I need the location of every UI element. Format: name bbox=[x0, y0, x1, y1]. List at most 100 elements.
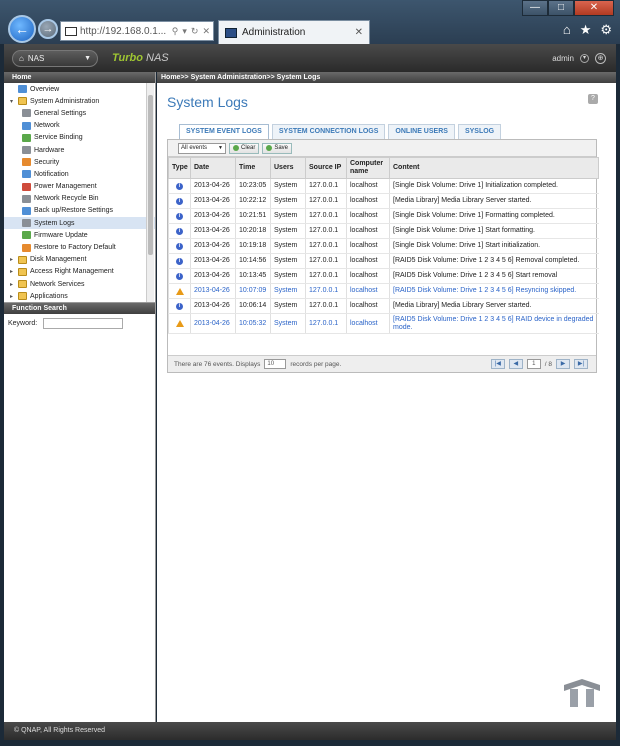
cell-ip: 127.0.0.1 bbox=[305, 253, 347, 269]
sidebar-item[interactable]: ▸ Access Right Management bbox=[4, 266, 155, 278]
maximize-button[interactable]: □ bbox=[548, 0, 574, 16]
table-row[interactable]: i 2013-04-26 10:23:05 System 127.0.0.1 localh… bbox=[168, 178, 599, 194]
function-search-header: Function Search bbox=[4, 303, 155, 314]
prev-page-button[interactable]: ◀ bbox=[508, 359, 523, 369]
col-type[interactable]: Type bbox=[168, 157, 191, 179]
cell-content: [RAID5 Disk Volume: Drive 1 2 3 4 5 6] R… bbox=[389, 313, 599, 334]
nas-dropdown[interactable]: ⌂ NAS ▼ bbox=[12, 49, 98, 67]
globe-icon[interactable]: ⊕ bbox=[595, 52, 606, 64]
table-row[interactable]: i 2013-04-26 10:20:18 System 127.0.0.1 localh… bbox=[168, 223, 599, 239]
star-icon[interactable]: ★ bbox=[580, 22, 592, 38]
col-users[interactable]: Users bbox=[270, 157, 306, 179]
settings-icon bbox=[22, 146, 31, 155]
clear-button[interactable]: Clear bbox=[229, 142, 260, 154]
page-input[interactable]: 1 bbox=[526, 359, 541, 369]
tab-close-icon[interactable]: ✕ bbox=[355, 27, 363, 38]
tree-toggle-icon[interactable]: ▸ bbox=[8, 256, 15, 263]
browser-tab[interactable]: Administration ✕ bbox=[218, 20, 370, 44]
sidebar-item[interactable]: ▾ System Administration bbox=[4, 95, 155, 107]
cell-content: [Single Disk Volume: Drive 1] Start init… bbox=[389, 238, 599, 254]
forward-button[interactable]: → bbox=[38, 19, 58, 39]
settings-icon bbox=[22, 206, 31, 215]
table-row[interactable]: 2013-04-26 10:05:32 System 127.0.0.1 localho… bbox=[168, 313, 599, 334]
cell-user: System bbox=[270, 268, 306, 284]
help-icon[interactable]: ? bbox=[588, 94, 598, 104]
col-time[interactable]: Time bbox=[235, 157, 271, 179]
brand-prefix: Turbo bbox=[112, 52, 143, 64]
sidebar-item[interactable]: Firmware Update bbox=[4, 229, 155, 241]
sidebar-item[interactable]: ▸ Applications bbox=[4, 290, 155, 302]
sidebar-scrollbar[interactable] bbox=[146, 83, 154, 302]
col-date[interactable]: Date bbox=[190, 157, 236, 179]
warning-icon bbox=[175, 287, 184, 295]
last-page-button[interactable]: ▶| bbox=[574, 359, 588, 369]
info-icon: i bbox=[176, 257, 183, 265]
table-row[interactable]: i 2013-04-26 10:06:14 System 127.0.0.1 localh… bbox=[168, 298, 599, 314]
search-icon[interactable]: ⚲ bbox=[172, 26, 179, 37]
sidebar-item[interactable]: General Settings bbox=[4, 107, 155, 119]
table-row[interactable]: i 2013-04-26 10:21:51 System 127.0.0.1 localh… bbox=[168, 208, 599, 224]
tab-system-event-logs[interactable]: SYSTEM EVENT LOGS bbox=[179, 124, 269, 140]
cell-time: 10:21:51 bbox=[235, 208, 271, 224]
tree-toggle-icon[interactable]: ▾ bbox=[8, 98, 15, 105]
next-page-button[interactable]: ▶ bbox=[556, 359, 570, 369]
scrollbar-thumb[interactable] bbox=[148, 95, 153, 255]
cell-date: 2013-04-26 bbox=[190, 208, 236, 224]
sidebar-item[interactable]: Network bbox=[4, 120, 155, 132]
sidebar-item[interactable]: ▸ Disk Management bbox=[4, 254, 155, 266]
back-button[interactable]: ← bbox=[8, 15, 36, 43]
brand-logo: Turbo NAS bbox=[112, 52, 169, 64]
user-menu-icon[interactable]: ▾ bbox=[580, 53, 589, 63]
table-footer: There are 76 events. Displays 10 records… bbox=[168, 355, 596, 372]
sidebar-item-label: System Administration bbox=[30, 97, 100, 105]
col-computer-name[interactable]: Computer name bbox=[346, 157, 390, 179]
table-row[interactable]: i 2013-04-26 10:19:18 System 127.0.0.1 localh… bbox=[168, 238, 599, 254]
tree-toggle-icon[interactable]: ▸ bbox=[8, 293, 15, 300]
user-name[interactable]: admin bbox=[552, 54, 574, 63]
event-filter-select[interactable]: All events ▼ bbox=[178, 142, 226, 154]
sidebar-item[interactable]: Restore to Factory Default bbox=[4, 241, 155, 253]
table-row[interactable]: i 2013-04-26 10:22:12 System 127.0.0.1 localh… bbox=[168, 193, 599, 209]
col-content[interactable]: Content bbox=[389, 157, 599, 179]
refresh-icon[interactable]: ↻ bbox=[191, 26, 199, 37]
clear-icon bbox=[233, 145, 239, 151]
per-page-select[interactable]: 10 bbox=[264, 359, 287, 369]
tree-toggle-icon[interactable]: ▸ bbox=[8, 268, 15, 275]
sidebar-item[interactable]: Security bbox=[4, 156, 155, 168]
table-row[interactable]: i 2013-04-26 10:14:56 System 127.0.0.1 localh… bbox=[168, 253, 599, 269]
cell-time: 10:19:18 bbox=[235, 238, 271, 254]
stop-icon[interactable]: ✕ bbox=[202, 26, 210, 37]
sidebar-item[interactable]: Network Recycle Bin bbox=[4, 193, 155, 205]
cell-host: localhost bbox=[346, 313, 390, 334]
col-source-ip[interactable]: Source IP bbox=[305, 157, 347, 179]
cell-ip: 127.0.0.1 bbox=[305, 268, 347, 284]
cell-time: 10:06:14 bbox=[235, 298, 271, 314]
save-label: Save bbox=[274, 145, 289, 151]
dropdown-icon[interactable]: ▾ bbox=[182, 26, 187, 37]
sidebar-item[interactable]: Notification bbox=[4, 168, 155, 180]
sidebar-item[interactable]: Service Binding bbox=[4, 132, 155, 144]
save-button[interactable]: Save bbox=[262, 142, 293, 154]
first-page-button[interactable]: |◀ bbox=[490, 359, 505, 369]
table-row[interactable]: 2013-04-26 10:07:09 System 127.0.0.1 localho… bbox=[168, 283, 599, 299]
sidebar-item[interactable]: System Logs bbox=[4, 217, 155, 230]
keyword-input[interactable] bbox=[43, 318, 124, 329]
address-bar[interactable]: http://192.168.0.1... ⚲ ▾ ↻ ✕ bbox=[60, 21, 214, 41]
table-row[interactable]: i 2013-04-26 10:13:45 System 127.0.0.1 localh… bbox=[168, 268, 599, 284]
tab-syslog[interactable]: SYSLOG bbox=[457, 124, 502, 139]
sidebar-item[interactable]: Hardware bbox=[4, 144, 155, 156]
cell-user: System bbox=[270, 178, 306, 194]
sidebar-item[interactable]: Power Management bbox=[4, 181, 155, 193]
info-icon: i bbox=[176, 182, 183, 190]
minimize-button[interactable]: — bbox=[522, 0, 548, 16]
settings-icon bbox=[22, 231, 31, 240]
close-window-button[interactable]: ✕ bbox=[574, 0, 614, 16]
sidebar-item[interactable]: Back up/Restore Settings bbox=[4, 205, 155, 217]
home-icon[interactable]: ⌂ bbox=[563, 22, 571, 38]
sidebar-item[interactable]: Overview bbox=[4, 83, 155, 95]
gear-icon[interactable]: ⚙ bbox=[600, 22, 612, 38]
sidebar-item[interactable]: ▸ Network Services bbox=[4, 278, 155, 290]
tree-toggle-icon[interactable]: ▸ bbox=[8, 281, 15, 288]
tab-system-connection-logs[interactable]: SYSTEM CONNECTION LOGS bbox=[271, 124, 386, 139]
tab-online-users[interactable]: ONLINE USERS bbox=[388, 124, 455, 139]
